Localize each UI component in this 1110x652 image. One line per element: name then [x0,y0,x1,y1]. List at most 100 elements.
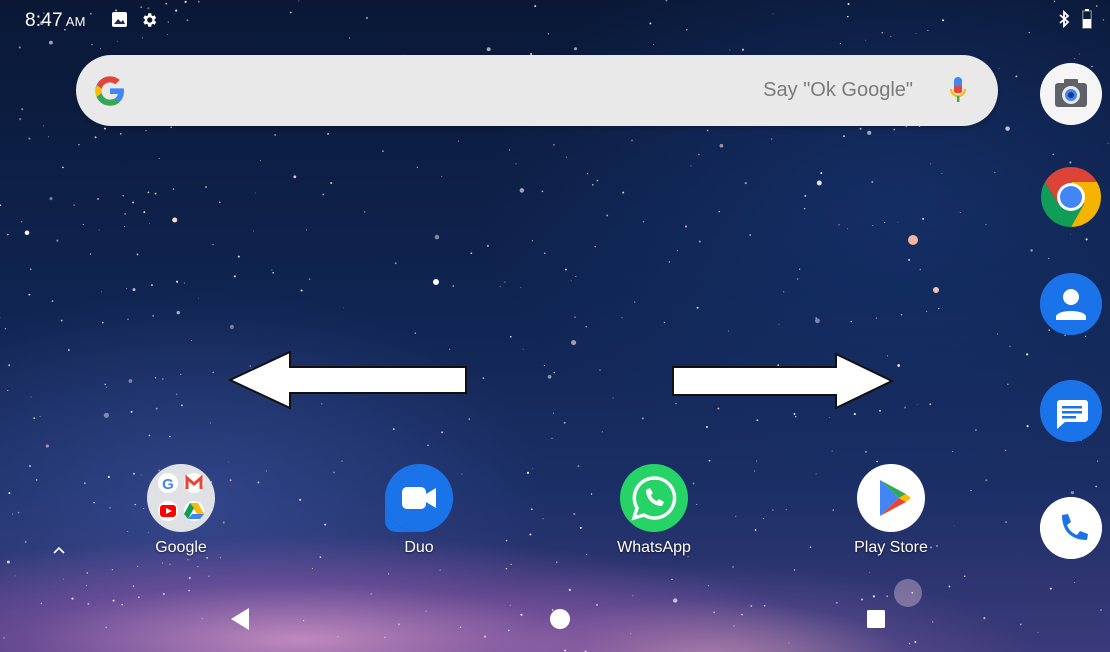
star [815,473,817,475]
star [28,293,31,296]
star [425,610,427,612]
star [908,642,911,645]
star [42,125,44,127]
star [573,47,578,51]
star [414,332,416,334]
star [733,625,735,627]
star [829,417,831,418]
star [183,282,185,284]
star [71,597,74,600]
contacts-icon[interactable] [1040,273,1102,335]
star [719,143,724,148]
star [253,230,254,232]
star [756,460,758,462]
app-google-folder[interactable]: G Google [121,463,241,557]
star [1107,142,1109,145]
star [519,188,525,193]
star [778,323,780,325]
app-play-store[interactable]: Play Store [831,463,951,557]
google-search-bar[interactable]: Say "Ok Google" [76,55,998,126]
star [1074,581,1076,584]
star [128,379,133,383]
app-whatsapp[interactable]: WhatsApp [594,463,714,557]
star [137,565,139,568]
star [35,479,38,481]
star [483,635,487,638]
star [29,465,31,467]
star [809,546,812,548]
star [900,314,903,316]
star [126,287,128,289]
star [835,601,838,604]
star [6,560,10,564]
star [878,409,882,412]
recents-icon[interactable] [866,609,886,629]
star [556,561,558,563]
star [94,136,97,139]
star [84,482,86,484]
star [820,172,823,175]
star [132,201,135,204]
star [631,139,633,142]
chrome-icon[interactable] [1040,166,1102,228]
star [18,46,21,49]
mic-icon[interactable] [948,75,968,112]
home-icon[interactable] [549,608,571,630]
star [387,573,390,575]
star [718,211,720,213]
star [7,233,9,236]
app-drawer-caret-icon[interactable] [52,545,66,555]
star [504,281,506,283]
star [815,317,817,319]
phone-icon[interactable] [1040,497,1102,559]
star [158,157,160,159]
star [459,626,462,628]
star [998,67,1000,69]
star [394,262,397,265]
app-duo[interactable]: Duo [359,463,479,557]
star [785,509,787,511]
star [4,328,6,330]
messages-icon[interactable] [1040,380,1102,442]
camera-icon[interactable] [1040,63,1102,125]
star [508,149,511,151]
status-bar: 8:47 AM [0,0,1110,40]
star [831,450,833,452]
star [795,416,797,418]
star [985,224,987,226]
star [997,333,998,335]
star [101,291,103,293]
star [529,533,532,536]
clock-ampm: AM [65,14,86,29]
star [51,300,54,303]
star [756,419,759,422]
star [324,523,327,526]
star [783,291,785,293]
star [187,559,189,561]
star [564,268,567,271]
google-g-icon [94,75,126,112]
star [1015,75,1018,78]
star [753,470,756,472]
star [145,129,147,132]
star [91,43,93,46]
bright-star [894,579,922,607]
star [188,576,191,580]
star [930,163,932,165]
star [47,136,50,138]
image-icon [111,11,128,33]
star [89,253,92,255]
star [916,404,918,405]
star [741,48,745,51]
star [384,636,386,639]
star [169,435,171,438]
star [416,166,418,168]
star [119,133,122,135]
star [509,604,511,606]
star [875,317,878,319]
star [39,416,41,418]
star [45,444,49,448]
star [20,220,23,223]
back-icon[interactable] [229,607,251,631]
star [713,611,716,614]
